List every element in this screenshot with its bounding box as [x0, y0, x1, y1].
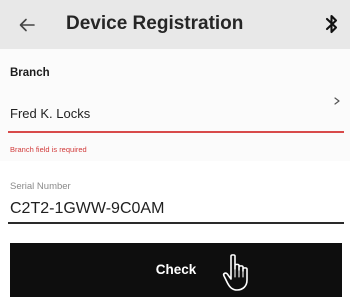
branch-value: Fred K. Locks [10, 106, 91, 121]
branch-error-message: Branch field is required [10, 145, 87, 154]
chevron-right-icon [334, 97, 340, 105]
serial-number-label: Serial Number [10, 181, 71, 192]
app-bar: Device Registration [0, 0, 350, 49]
page-title: Device Registration [66, 13, 244, 34]
serial-number-input[interactable] [10, 196, 340, 222]
branch-select[interactable]: Fred K. Locks [0, 90, 350, 132]
hand-pointer-icon [222, 254, 248, 291]
serial-number-underline [8, 222, 344, 224]
check-button[interactable]: Check [10, 243, 342, 297]
branch-label: Branch [10, 67, 50, 79]
bluetooth-icon[interactable] [323, 12, 341, 36]
branch-underline-error [8, 131, 344, 133]
arrow-left-icon[interactable] [14, 12, 40, 38]
